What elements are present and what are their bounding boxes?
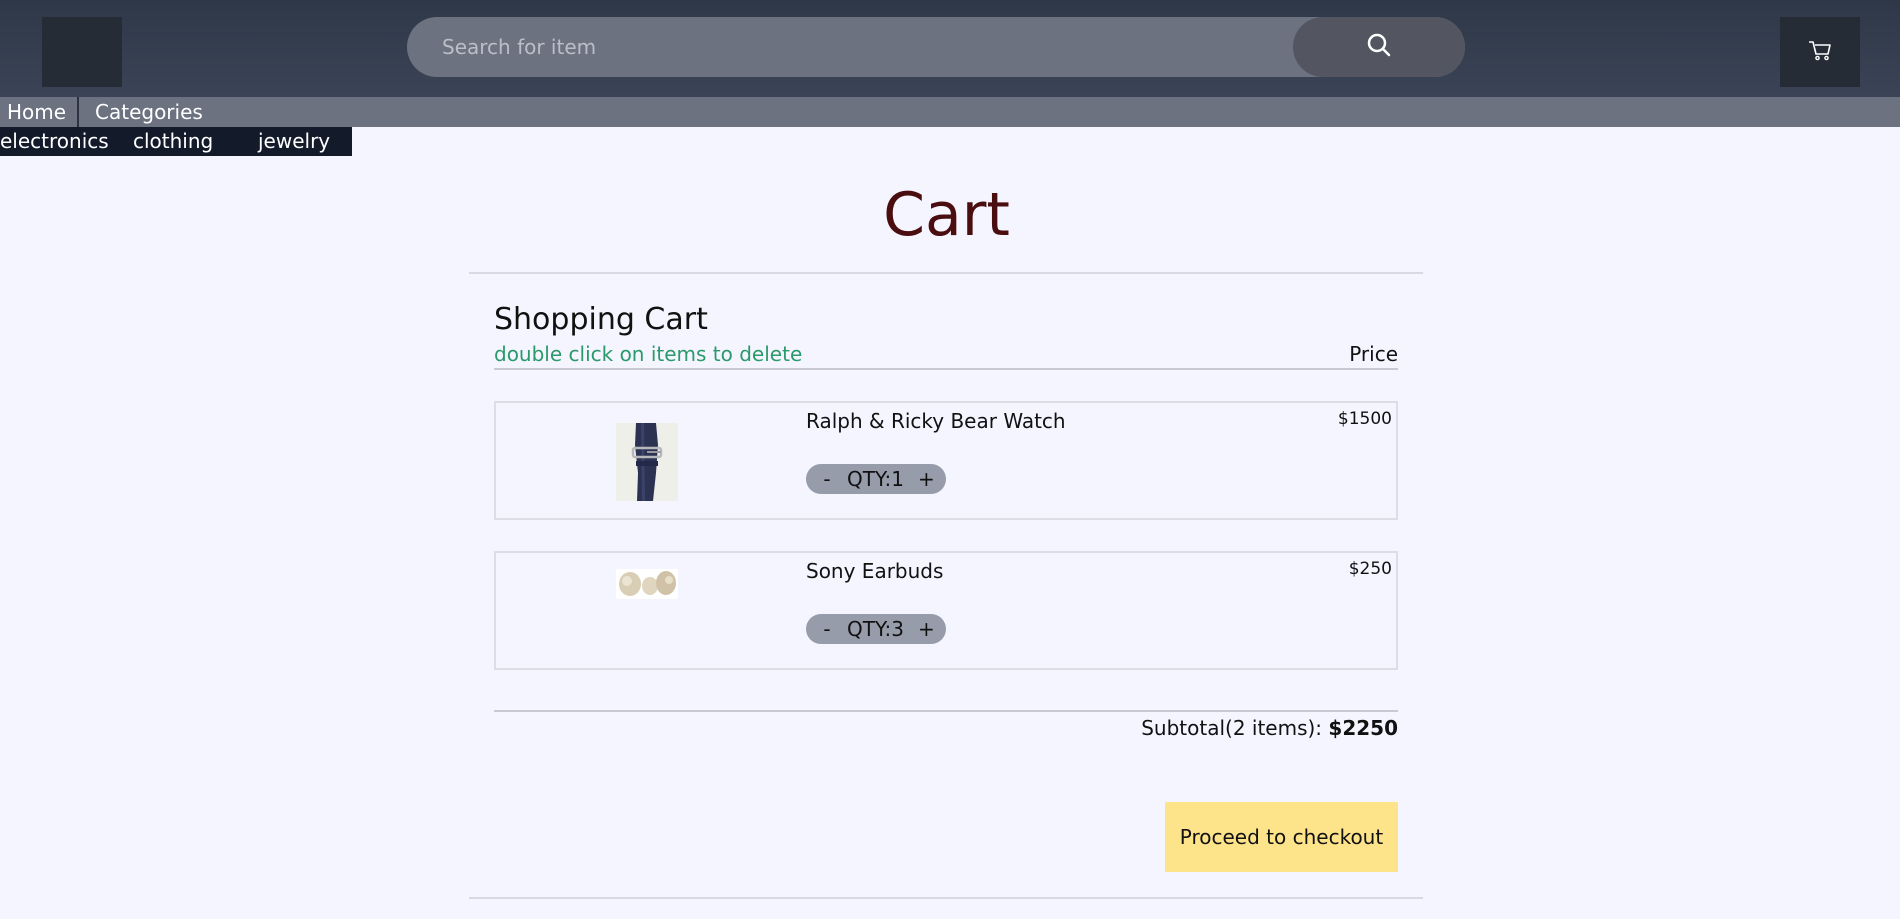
page-title: Cart [883,180,1010,250]
category-clothing[interactable]: clothing [133,127,213,156]
cart-item[interactable]: Ralph & Ricky Bear Watch $1500 - QTY:1 + [494,401,1398,520]
search-button[interactable] [1293,17,1465,77]
qty-decrease-button[interactable]: - [820,614,834,644]
logo[interactable] [42,17,122,87]
nav-home[interactable]: Home [7,97,66,127]
nav-bar: Home Categories [0,97,1900,127]
qty-value: QTY:3 [847,617,904,641]
qty-decrease-button[interactable]: - [820,464,834,494]
subtotal-value: $2250 [1328,716,1398,740]
category-jewelry[interactable]: jewelry [258,127,330,156]
divider [469,897,1423,899]
categories-dropdown: electronics clothing jewelry [0,127,352,156]
cart-icon [1807,38,1833,66]
divider [494,710,1398,712]
category-electronics[interactable]: electronics [0,127,109,156]
cart-button[interactable] [1780,17,1860,87]
qty-value: QTY:1 [847,467,904,491]
delete-hint: double click on items to delete [494,342,803,366]
divider [469,272,1423,274]
search-bar [407,17,1465,77]
watch-image [616,423,678,501]
item-name: Ralph & Ricky Bear Watch [806,409,1066,433]
price-column-label: Price [1349,342,1398,366]
nav-categories[interactable]: Categories [95,97,203,127]
subtotal: Subtotal(2 items): $2250 [900,714,1398,742]
item-price: $1500 [1337,409,1392,429]
qty-increase-button[interactable]: + [918,464,935,494]
checkout-button[interactable]: Proceed to checkout [1165,802,1398,872]
earbuds-image [616,569,678,599]
quantity-stepper: - QTY:1 + [806,464,946,494]
top-header [0,0,1900,97]
divider [494,368,1398,370]
cart-item[interactable]: Sony Earbuds $250 - QTY:3 + [494,551,1398,670]
subtotal-label: Subtotal(2 items): [1141,716,1329,740]
nav-divider [77,97,79,127]
quantity-stepper: - QTY:3 + [806,614,946,644]
item-price: $250 [1348,559,1392,579]
qty-increase-button[interactable]: + [918,614,935,644]
search-icon [1366,32,1392,62]
item-name: Sony Earbuds [806,559,944,583]
shopping-cart-heading: Shopping Cart [494,302,708,337]
search-input[interactable] [407,17,1307,77]
